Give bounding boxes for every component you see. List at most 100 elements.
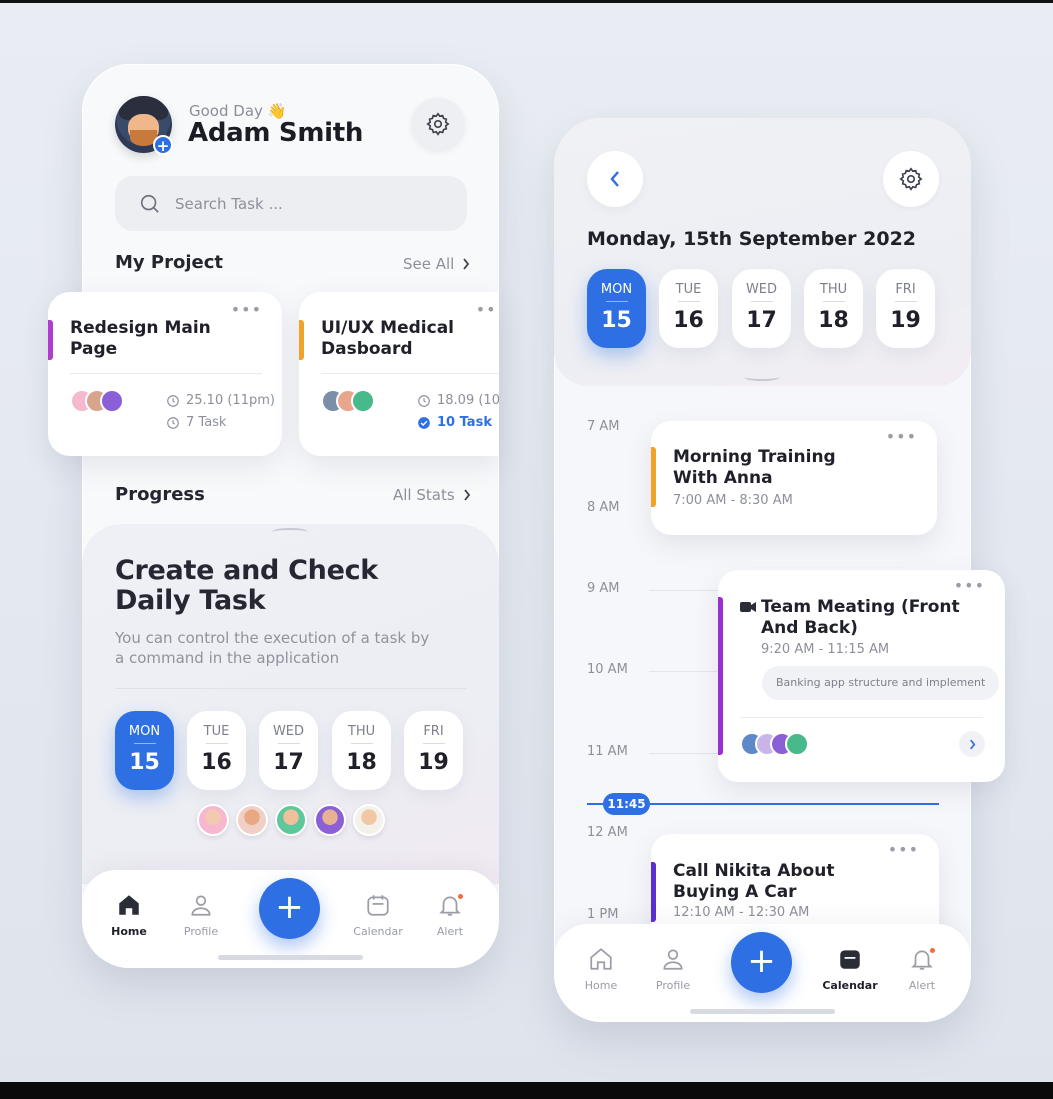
- project-tasks: 7 Task: [166, 412, 275, 434]
- more-icon[interactable]: •••: [476, 300, 499, 319]
- avatar[interactable]: [275, 804, 307, 836]
- gear-icon: [426, 112, 450, 136]
- day-wed[interactable]: WED 17: [732, 269, 791, 348]
- video-icon: [740, 602, 756, 612]
- day-name: TUE: [203, 724, 230, 739]
- home-indicator: [690, 1009, 835, 1014]
- time-label: 9 AM: [587, 581, 620, 596]
- gear-icon: [899, 167, 923, 191]
- project-title: Redesign Main Page: [70, 318, 211, 359]
- time-label: 10 AM: [587, 662, 628, 677]
- progress-title: Progress: [115, 484, 205, 505]
- day-thu[interactable]: THU 18: [332, 711, 391, 790]
- nav-alert[interactable]: Alert: [420, 892, 480, 938]
- divider: [70, 373, 262, 374]
- add-avatar-icon[interactable]: +: [153, 135, 173, 155]
- nav-profile[interactable]: Profile: [171, 892, 231, 938]
- project-meta: 25.10 (11pm) 7 Task: [166, 390, 275, 434]
- avatar[interactable]: [314, 804, 346, 836]
- time-label: 8 AM: [587, 500, 620, 515]
- profile-icon: [663, 949, 683, 970]
- nav-profile[interactable]: Profile: [643, 946, 703, 992]
- more-icon[interactable]: •••: [886, 427, 917, 446]
- settings-button[interactable]: [410, 96, 466, 152]
- day-fri[interactable]: FRI 19: [404, 711, 463, 790]
- day-number: 18: [346, 750, 377, 775]
- nav-alert[interactable]: Alert: [892, 946, 952, 992]
- project-card[interactable]: ••• Redesign Main Page 25.10 (11pm) 7 Ta…: [48, 292, 282, 456]
- avatar[interactable]: [353, 804, 385, 836]
- day-number: 15: [129, 750, 160, 775]
- drag-handle[interactable]: [272, 528, 308, 536]
- day-name: FRI: [895, 282, 916, 297]
- event-card[interactable]: ••• Morning Training With Anna 7:00 AM -…: [651, 421, 937, 535]
- hour-line: [649, 753, 729, 754]
- event-title: Call Nikita About Buying A Car: [673, 861, 835, 902]
- current-time-badge: 11:45: [603, 793, 650, 815]
- time-label: 7 AM: [587, 419, 620, 434]
- more-icon[interactable]: •••: [231, 300, 262, 319]
- avatar[interactable]: [197, 804, 229, 836]
- chevron-right-icon: [969, 739, 975, 749]
- see-all-link[interactable]: See All: [403, 255, 470, 273]
- add-task-button[interactable]: +: [259, 878, 320, 939]
- nav-home[interactable]: Home: [99, 892, 159, 938]
- settings-button[interactable]: [883, 151, 939, 207]
- bottom-nav: Home Profile + Calendar Alert: [554, 924, 971, 1022]
- search-input[interactable]: Search Task ...: [115, 176, 467, 231]
- project-date: 25.10 (11pm): [166, 390, 275, 412]
- event-card[interactable]: ••• Team Meating (Front And Back) 9:20 A…: [718, 570, 1005, 782]
- day-tue[interactable]: TUE 16: [187, 711, 246, 790]
- collapse-handle[interactable]: [744, 373, 780, 381]
- event-title: Team Meating (Front And Back): [761, 597, 960, 638]
- avatar[interactable]: [236, 804, 268, 836]
- day-name: TUE: [675, 282, 702, 297]
- event-time: 12:10 AM - 12:30 AM: [673, 905, 810, 920]
- chevron-left-icon: [610, 171, 619, 187]
- home-screen: + Good Day 👋 Adam Smith Search Task ... …: [82, 64, 499, 968]
- day-mon[interactable]: MON 15: [115, 711, 174, 790]
- calendar-header-panel: Monday, 15th September 2022 MON 15 TUE 1…: [554, 118, 971, 386]
- project-title: UI/UX Medical Dasboard: [321, 318, 454, 359]
- clock-icon: [418, 395, 430, 407]
- time-label: 11 AM: [587, 744, 628, 759]
- avatar: [351, 389, 375, 413]
- notification-dot: [928, 946, 937, 955]
- day-wed[interactable]: WED 17: [259, 711, 318, 790]
- day-tue[interactable]: TUE 16: [659, 269, 718, 348]
- home-icon: [119, 895, 139, 915]
- project-card[interactable]: ••• UI/UX Medical Dasboard 18.09 (10pm) …: [299, 292, 499, 456]
- nav-calendar-label: Calendar: [353, 925, 403, 938]
- day-number: 19: [418, 750, 449, 775]
- event-color-bar: [651, 447, 656, 507]
- nav-alert-label: Alert: [436, 925, 464, 938]
- day-name: THU: [819, 282, 848, 297]
- day-number: 17: [746, 308, 777, 333]
- project-date: 18.09 (10pm): [417, 390, 499, 412]
- calendar-icon: [840, 950, 860, 969]
- back-button[interactable]: [587, 151, 643, 207]
- open-event-button[interactable]: [959, 731, 985, 757]
- nav-profile-label: Profile: [655, 979, 691, 992]
- more-icon[interactable]: •••: [888, 840, 919, 859]
- more-icon[interactable]: •••: [954, 576, 985, 595]
- add-task-button[interactable]: +: [731, 932, 792, 993]
- nav-calendar[interactable]: Calendar: [348, 892, 408, 938]
- day-mon[interactable]: MON 15: [587, 269, 646, 348]
- user-name: Adam Smith: [188, 118, 364, 148]
- avatar: [785, 732, 809, 756]
- nav-home[interactable]: Home: [571, 946, 631, 992]
- day-thu[interactable]: THU 18: [804, 269, 863, 348]
- avatar: [100, 389, 124, 413]
- day-fri[interactable]: FRI 19: [876, 269, 935, 348]
- project-tasks-text: 7 Task: [186, 415, 227, 430]
- nav-calendar[interactable]: Calendar: [820, 946, 880, 992]
- divider: [321, 373, 499, 374]
- all-stats-link[interactable]: All Stats: [393, 486, 471, 504]
- day-name: FRI: [423, 724, 444, 739]
- notification-dot: [456, 892, 465, 901]
- divider: [740, 717, 983, 718]
- project-tasks-text: 10 Task: [437, 415, 492, 430]
- day-name: MON: [600, 282, 633, 297]
- event-time: 9:20 AM - 11:15 AM: [761, 642, 890, 657]
